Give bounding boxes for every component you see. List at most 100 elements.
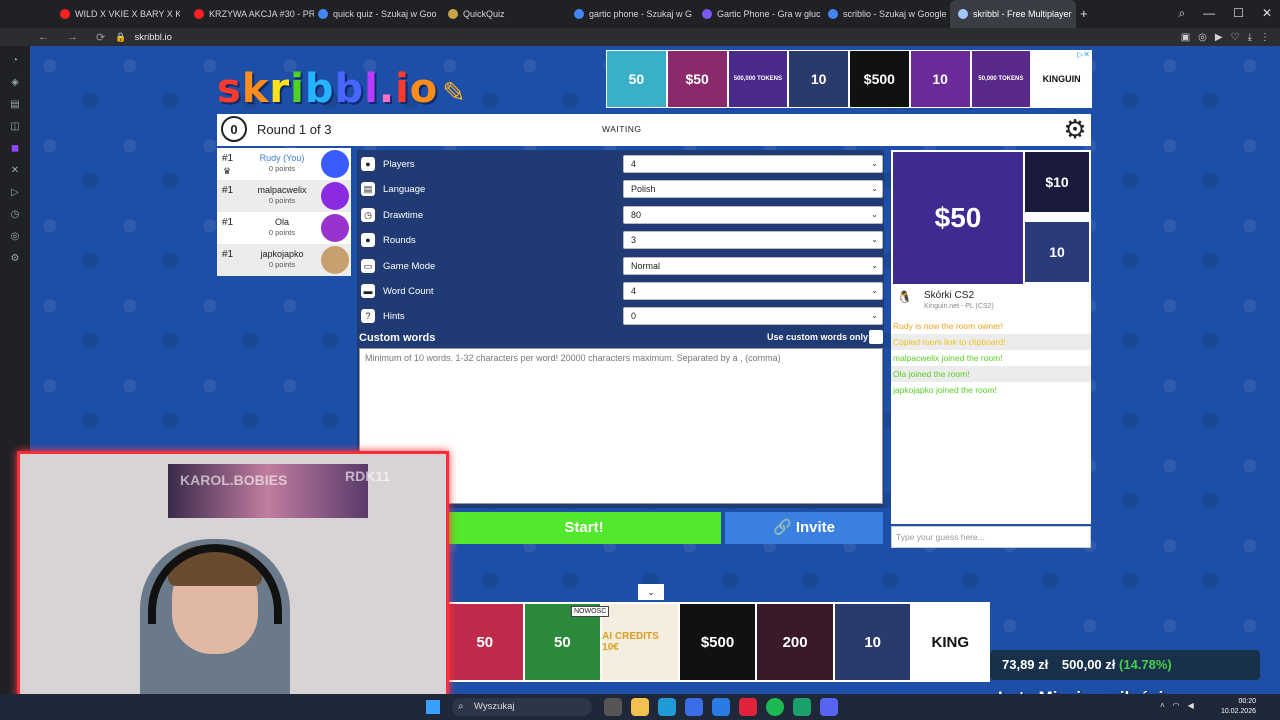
wifi-icon[interactable]: ◠ — [1173, 701, 1180, 710]
setting-select[interactable]: Polish ⌄ — [623, 180, 883, 199]
setting-select[interactable]: 4 ⌄ — [623, 155, 883, 173]
taskbar-app-icon[interactable] — [604, 698, 622, 716]
ad-tile[interactable]: 10 — [834, 604, 911, 680]
browser-tab[interactable]: scriblio - Szukaj w Google — [820, 0, 948, 28]
setting-row: ▬ Word Count 4 ⌄ — [357, 281, 884, 302]
chevron-down-icon: ⌄ — [871, 311, 878, 321]
bottom-ad-banner[interactable]: 50 50 AI CREDITS 10€ $500 200 10 KING NOWOŚĆ — [445, 602, 990, 682]
tab-label: KRZYWA AKCJA #30 - PR — [209, 9, 314, 19]
browser-tab[interactable]: gartic phone - Szukaj w G — [566, 0, 694, 28]
reload-icon[interactable]: ⟳ — [96, 31, 105, 44]
setting-select[interactable]: Normal ⌄ — [623, 256, 883, 275]
sidebar-icon[interactable]: ◔ — [12, 55, 18, 66]
folder-icon[interactable] — [631, 698, 649, 716]
ad-tile[interactable]: $50 — [893, 152, 1023, 284]
start-button[interactable]: Start! — [447, 512, 721, 544]
tab-label: WILD X VKIE X BARY X KA — [75, 9, 180, 19]
settings-gear-button[interactable]: ⚙ — [1061, 116, 1089, 144]
player-row[interactable]: #1 japkojapko 0 points — [217, 244, 351, 276]
ad-tile[interactable]: 50,000 TOKENS — [971, 51, 1031, 107]
browser-tab[interactable]: WILD X VKIE X BARY X KA — [52, 0, 180, 28]
sidebar-icon[interactable]: ◈ — [11, 77, 19, 88]
ad-tile[interactable]: $50 — [667, 51, 727, 107]
donation-goal: 73,89 zł 500,00 zł (14.78%) — [990, 650, 1260, 680]
setting-select[interactable]: 80 ⌄ — [623, 205, 883, 224]
player-row[interactable]: #1 Ola 0 points — [217, 212, 351, 244]
clock-icon[interactable]: ◷ — [11, 209, 20, 220]
ad-title[interactable]: Skórki CS2 — [924, 290, 974, 301]
edge-icon[interactable] — [658, 698, 676, 716]
chevron-down-icon[interactable]: ⌄ — [638, 584, 664, 600]
player-avatar — [321, 214, 349, 242]
opera-icon[interactable] — [739, 698, 757, 716]
forward-icon[interactable]: → — [67, 31, 78, 44]
chat-message: malpacwelix joined the room! — [893, 353, 1003, 363]
close-icon[interactable]: ✕ — [1262, 6, 1272, 21]
ad-tile[interactable]: 10 — [910, 51, 970, 107]
url-field[interactable]: skribbl.io — [134, 32, 172, 43]
settings-icon[interactable]: ⚙ — [11, 253, 20, 264]
download-icon[interactable]: ⤓ — [1248, 32, 1252, 43]
ad-info-icon[interactable]: ▷✕ — [1077, 50, 1090, 59]
goal-current: 73,89 zł — [1002, 657, 1049, 672]
browser-tab[interactable]: skribbl - Free Multiplayer — [950, 0, 1076, 28]
sidebar-icon[interactable]: ◫ — [10, 121, 19, 132]
browser-tab[interactable]: quick quiz - Szukaj w Goo — [310, 0, 438, 28]
browser-tab[interactable]: QuickQuiz — [440, 0, 564, 28]
player-row[interactable]: #1 Rudy (You) 0 points ♛ — [217, 148, 351, 180]
ad-tile[interactable]: 500,000 TOKENS — [728, 51, 788, 107]
extension-icon[interactable]: ▶ — [1215, 32, 1223, 43]
tray-arrow-icon[interactable]: ˄ — [1160, 701, 1165, 710]
ad-tile[interactable]: $500 — [679, 604, 756, 680]
setting-select[interactable]: 3 ⌄ — [623, 231, 883, 250]
menu-icon[interactable]: ⋮ — [1260, 32, 1270, 43]
skribbl-logo: skribbl.io ✎ — [217, 66, 467, 112]
taskbar-clock[interactable]: 00:20 10.02.2026 — [1221, 697, 1256, 717]
maximize-icon[interactable]: ☐ — [1233, 6, 1244, 21]
guess-input[interactable]: Type your guess here... — [891, 526, 1091, 548]
mail-icon[interactable] — [712, 698, 730, 716]
heart-icon[interactable]: ♡ — [1231, 32, 1240, 43]
sidebar-icon[interactable]: ▤ — [10, 99, 19, 110]
ad-tile[interactable]: KINGUIN — [1032, 51, 1091, 107]
ad-tile[interactable]: 10 — [789, 51, 848, 107]
x-icon[interactable]: ✕ — [11, 165, 19, 176]
sidebar-icon[interactable]: ▷ — [11, 187, 19, 198]
twitch-icon[interactable]: ◼ — [11, 143, 19, 154]
taskbar-search[interactable]: Wyszukaj — [452, 698, 592, 716]
setting-select[interactable]: 4 ⌄ — [623, 282, 883, 300]
minimize-icon[interactable]: — — [1203, 6, 1215, 21]
new-tab-button[interactable]: + — [1080, 6, 1088, 21]
ad-tile[interactable]: $500 — [850, 51, 909, 107]
browser-tab[interactable]: Gartic Phone - Gra w głuc — [694, 0, 822, 28]
extension-icon[interactable]: ◎ — [1198, 32, 1207, 43]
windows-start-icon[interactable] — [426, 700, 440, 714]
ad-tile[interactable]: KING — [912, 604, 989, 680]
ad-tile[interactable]: 200 — [757, 604, 833, 680]
store-icon[interactable] — [685, 698, 703, 716]
ad-tile[interactable]: 10 — [1025, 222, 1089, 282]
logo-letter: . — [378, 66, 396, 112]
browser-tab[interactable]: KRZYWA AKCJA #30 - PR — [186, 0, 314, 28]
ad-tile[interactable]: 50 — [447, 604, 523, 680]
search-icon: ⌕ — [458, 701, 464, 712]
ad-tile[interactable]: AI CREDITS 10€ — [602, 604, 678, 680]
ad-tile[interactable]: 50 — [607, 51, 666, 107]
speaker-icon[interactable]: ◀ — [1188, 701, 1194, 710]
back-icon[interactable]: ← — [38, 31, 49, 44]
ad-tile[interactable]: $10 — [1025, 152, 1089, 212]
extension-icon[interactable]: ▣ — [1181, 32, 1190, 43]
top-ad-banner[interactable]: 50 $50 500,000 TOKENS 10 $500 10 50,000 TOKENS… — [606, 50, 1092, 108]
lock-icon[interactable]: 🔒 — [115, 32, 126, 43]
taskbar-app-icon[interactable] — [793, 698, 811, 716]
setting-select[interactable]: 0 ⌄ — [623, 307, 883, 326]
tab-favicon-icon — [318, 9, 328, 19]
sidebar-icon[interactable]: ◎ — [11, 231, 20, 242]
discord-icon[interactable] — [820, 698, 838, 716]
custom-words-only-checkbox[interactable] — [869, 330, 883, 344]
search-tabs-icon[interactable]: ⌕ — [1178, 6, 1185, 21]
invite-button[interactable]: 🔗 Invite — [725, 512, 883, 544]
player-row[interactable]: #1 malpacwelix 0 points — [217, 180, 351, 212]
spotify-icon[interactable] — [766, 698, 784, 716]
right-ad[interactable]: $50 $10 10 🐧 Skórki CS2 Kinguin.net - PL… — [891, 150, 1091, 330]
